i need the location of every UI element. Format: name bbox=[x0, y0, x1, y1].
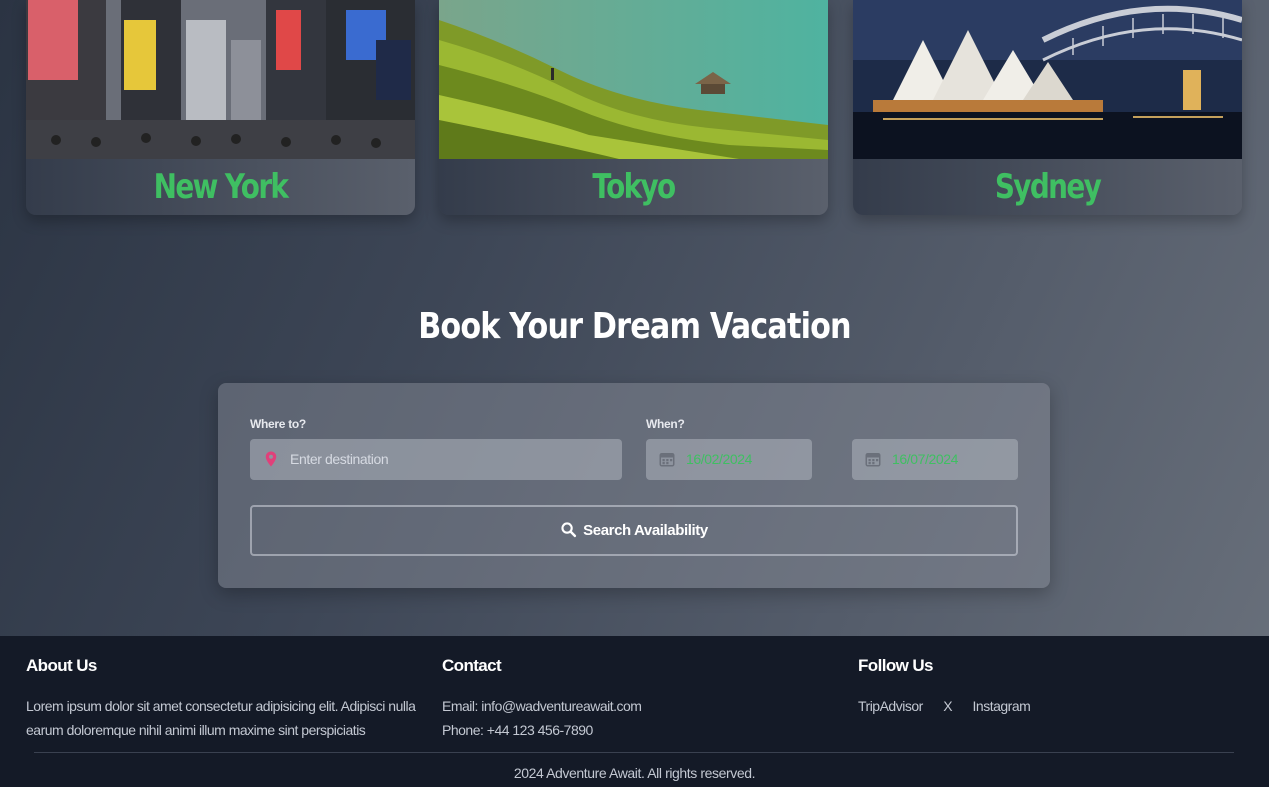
city-name: New York bbox=[153, 167, 289, 207]
when-label: When? bbox=[646, 417, 685, 431]
destination-card-tokyo[interactable]: Tokyo bbox=[439, 0, 828, 215]
footer-divider bbox=[34, 752, 1234, 753]
contact-email[interactable]: Email: info@wadventureawait.com bbox=[442, 694, 832, 718]
start-date-value: 16/02/2024 bbox=[686, 451, 753, 467]
follow-title: Follow Us bbox=[858, 656, 933, 675]
social-link-instagram[interactable]: Instagram bbox=[973, 698, 1031, 714]
start-date-input[interactable]: 16/02/2024 bbox=[646, 439, 812, 480]
about-text: Lorem ipsum dolor sit amet consectetur a… bbox=[26, 698, 416, 738]
end-date-input[interactable]: 16/07/2024 bbox=[852, 439, 1018, 480]
destination-placeholder: Enter destination bbox=[290, 451, 389, 467]
destination-card-sydney[interactable]: Sydney bbox=[853, 0, 1242, 215]
footer: About Us Lorem ipsum dolor sit amet cons… bbox=[0, 636, 1269, 787]
booking-form: Where to? Enter destination When? 16/02/… bbox=[218, 383, 1050, 588]
destination-cards: New York Tokyo Sydney bbox=[26, 0, 1242, 215]
destination-card-new-york[interactable]: New York bbox=[26, 0, 415, 215]
footer-contact: Contact Email: info@wadventureawait.com … bbox=[442, 656, 832, 742]
contact-title: Contact bbox=[442, 656, 502, 675]
end-date-value: 16/07/2024 bbox=[892, 451, 959, 467]
social-link-x[interactable]: X bbox=[943, 698, 952, 714]
about-title: About Us bbox=[26, 656, 97, 675]
search-availability-button[interactable]: Search Availability bbox=[250, 505, 1018, 556]
where-label: Where to? bbox=[250, 417, 306, 431]
search-icon bbox=[561, 522, 577, 538]
search-button-label: Search Availability bbox=[583, 522, 708, 539]
social-link-tripadvisor[interactable]: TripAdvisor bbox=[858, 698, 923, 714]
map-pin-icon bbox=[265, 451, 277, 467]
new-york-image bbox=[26, 0, 415, 159]
calendar-icon bbox=[865, 453, 881, 467]
booking-title: Book Your Dream Vacation bbox=[418, 306, 851, 347]
city-name: Sydney bbox=[994, 167, 1102, 207]
city-name: Tokyo bbox=[592, 167, 676, 207]
contact-phone: Phone: +44 123 456-7890 bbox=[442, 722, 593, 738]
footer-follow: Follow Us TripAdvisor X Instagram bbox=[858, 656, 1248, 718]
copyright: 2024 Adventure Await. All rights reserve… bbox=[513, 765, 756, 781]
destination-input[interactable]: Enter destination bbox=[250, 439, 622, 480]
calendar-icon bbox=[659, 453, 675, 467]
sydney-image bbox=[853, 0, 1242, 159]
footer-about: About Us Lorem ipsum dolor sit amet cons… bbox=[26, 656, 416, 742]
tokyo-image bbox=[439, 0, 828, 159]
